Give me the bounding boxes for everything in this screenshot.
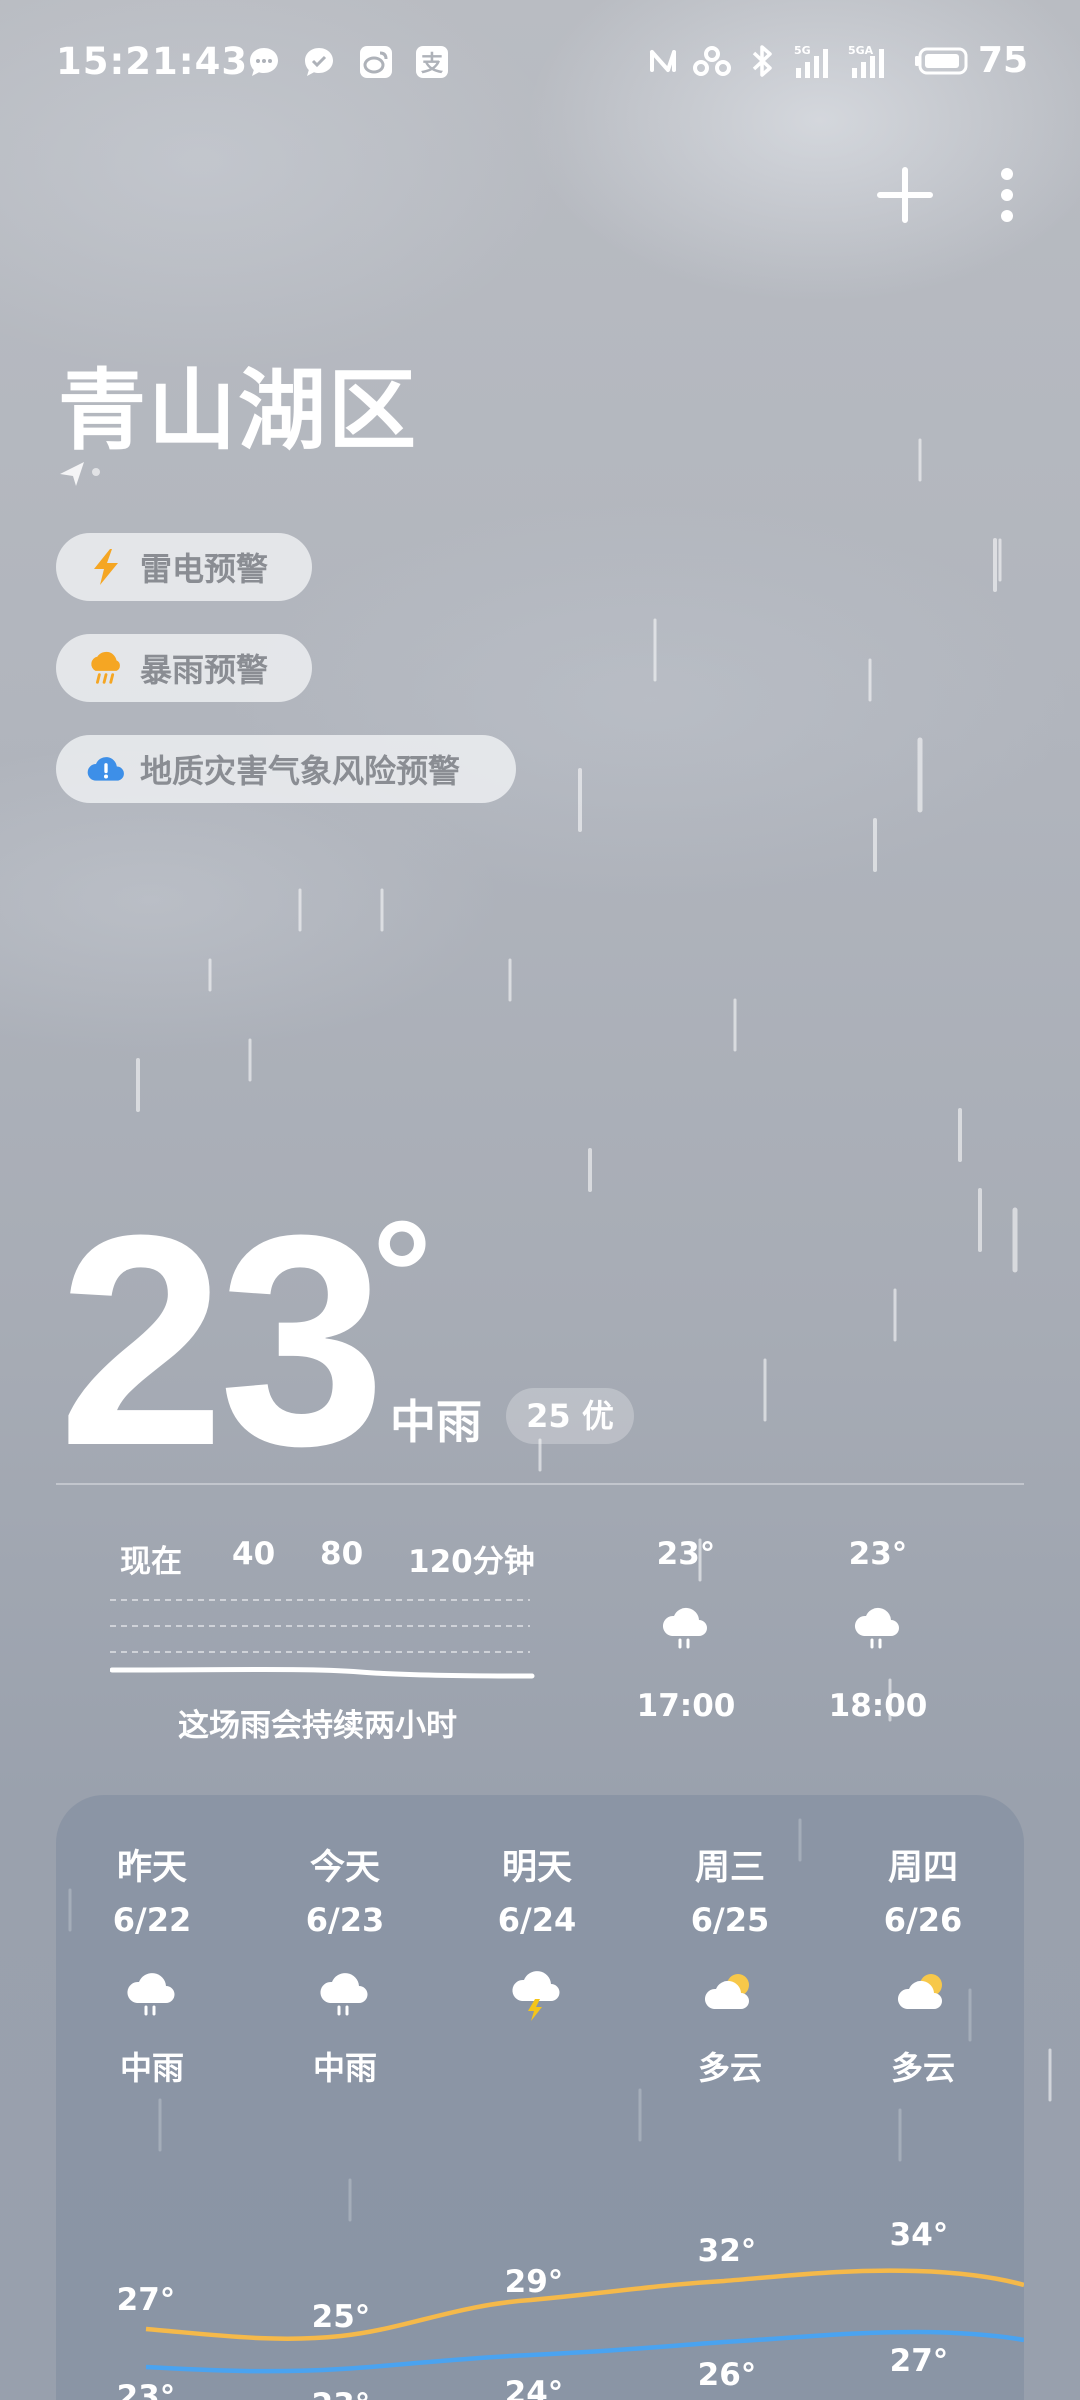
degree-symbol: ° [372, 1189, 432, 1357]
signal-5ga-icon: 5GA [848, 44, 884, 78]
alert-label: 暴雨预警 [140, 651, 269, 689]
signal-5g-icon: 5G [794, 44, 828, 78]
nowcast-label-now: 现在 [120, 1544, 182, 1580]
high-temp-label: 27° [117, 2282, 176, 2318]
nowcast-label-120: 120分钟 [408, 1544, 535, 1580]
battery-level: 75 [978, 40, 1029, 81]
alert-label: 地质灾害气象风险预警 [140, 752, 461, 790]
rain-cloud-icon [854, 1607, 899, 1649]
rain-cloud-icon [662, 1607, 707, 1649]
alert-geohazard[interactable]: 地质灾害气象风险预警 [56, 735, 516, 803]
wechat-icon [305, 48, 333, 76]
aqi-badge[interactable]: 25 优 [506, 1388, 634, 1444]
status-bar: 15:21:43 支 5G 5GA 75 [0, 0, 1080, 120]
low-temp-label: 23° [117, 2379, 176, 2400]
hourly-time: 18:00 [828, 1688, 928, 1724]
alipay-icon: 支 [416, 46, 448, 78]
high-temp-line [145, 2268, 1024, 2341]
daily-forecast-card[interactable]: 昨天 6/22 中雨 今天 6/23 中雨 明天 6/24 周三 6/25 多云… [56, 1795, 1024, 2400]
low-temp-label: 26° [698, 2357, 757, 2393]
high-temp-label: 25° [312, 2299, 371, 2335]
hotspot-icon [693, 46, 731, 76]
divider [56, 1483, 1024, 1485]
nowcast-label-80: 80 [320, 1536, 364, 1572]
temperature-trend-chart: 27° 25° 29° 32° 34° 23° 23° 24° 26° 27° [117, 2217, 1024, 2400]
lightning-icon [86, 547, 126, 587]
nowcast-precip-chart[interactable] [110, 1590, 535, 1680]
alert-thunder[interactable]: 雷电预警 [56, 533, 312, 601]
svg-text:5GA: 5GA [848, 44, 874, 57]
nowcast-label-40: 40 [232, 1536, 276, 1572]
bluetooth-icon [752, 45, 772, 77]
high-temp-label: 32° [698, 2233, 757, 2269]
current-temperature: 23 [58, 1172, 386, 1508]
location-arrow-icon [60, 462, 100, 486]
status-time: 15:21:43 [56, 40, 249, 83]
warning-cloud-icon [86, 749, 126, 789]
hourly-time: 17:00 [636, 1688, 736, 1724]
high-temp-label: 34° [890, 2217, 949, 2253]
battery-icon [915, 47, 968, 75]
messages-icon [250, 48, 278, 76]
current-condition: 中雨 [390, 1395, 482, 1449]
low-temp-label: 27° [890, 2343, 949, 2379]
alert-label: 雷电预警 [140, 550, 269, 588]
svg-text:5G: 5G [794, 44, 811, 57]
nfc-icon [650, 50, 676, 72]
hourly-temp: 23° [848, 1536, 908, 1572]
rainstorm-icon [86, 648, 126, 688]
low-temp-label: 23° [312, 2387, 371, 2400]
hourly-temp: 23° [656, 1536, 716, 1572]
weather-screen: 15:21:43 支 5G 5GA 75 青山湖区 雷电预警 暴雨预警 地质灾害… [0, 0, 1080, 2400]
city-title[interactable]: 青山湖区 [58, 340, 418, 467]
plus-icon[interactable] [870, 160, 940, 230]
nowcast-summary: 这场雨会持续两小时 [178, 1708, 457, 1744]
high-temp-label: 29° [505, 2264, 564, 2300]
weibo-icon [360, 46, 392, 78]
alert-rainstorm[interactable]: 暴雨预警 [56, 634, 312, 702]
more-vertical-icon[interactable] [972, 160, 1042, 230]
low-temp-label: 24° [505, 2375, 564, 2400]
svg-text:支: 支 [421, 52, 444, 77]
